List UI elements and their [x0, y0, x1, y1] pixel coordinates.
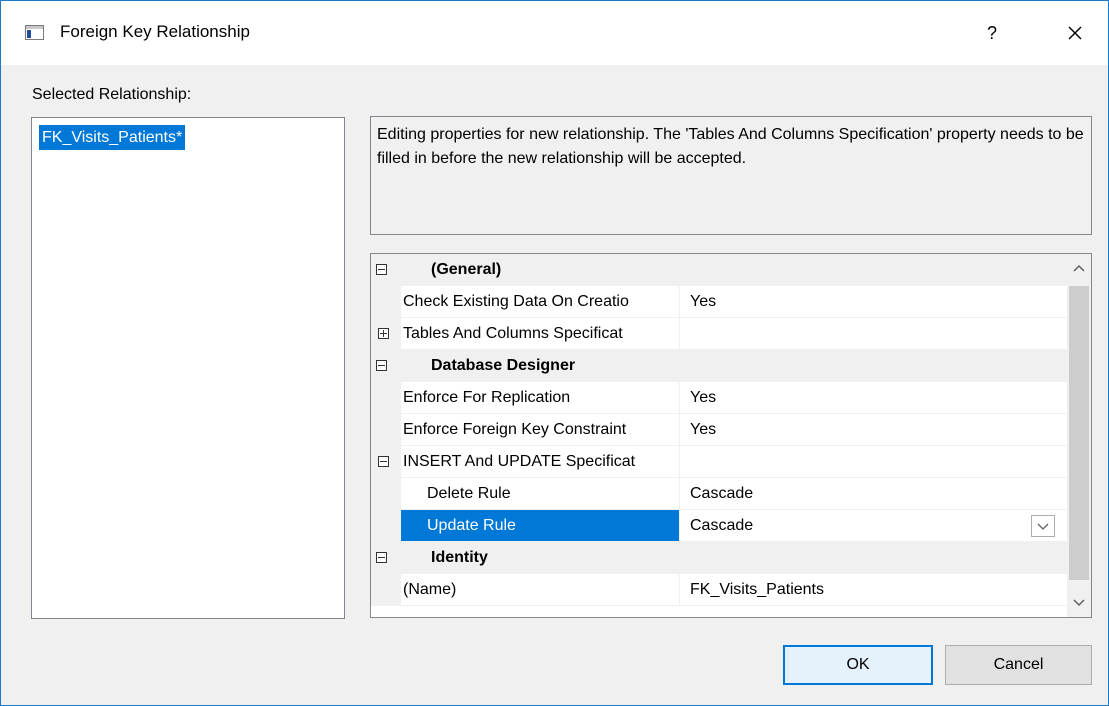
property-name: Enforce For Replication [403, 389, 571, 406]
collapse-icon[interactable] [376, 552, 387, 563]
property-value-cell[interactable]: Cascade [680, 478, 1067, 510]
relationship-list[interactable]: FK_Visits_Patients* [31, 117, 345, 619]
property-row-enforce-foreign-key-constraint[interactable]: Enforce Foreign Key Constraint Yes [371, 414, 1067, 446]
property-name-cell[interactable]: INSERT And UPDATE Specificat [371, 446, 679, 478]
close-icon [1068, 26, 1082, 40]
property-value: Yes [690, 421, 717, 438]
property-value: Cascade [690, 517, 754, 534]
property-value-cell[interactable]: FK_Visits_Patients [680, 574, 1067, 606]
property-name-cell[interactable]: Tables And Columns Specificat [371, 318, 679, 350]
property-value-cell[interactable]: Yes [680, 286, 1067, 318]
property-name-cell[interactable]: Enforce Foreign Key Constraint [401, 414, 679, 446]
close-button[interactable] [1049, 13, 1101, 53]
property-name: Delete Rule [427, 485, 511, 502]
window-title: Foreign Key Relationship [60, 22, 250, 41]
property-value-cell[interactable]: Yes [680, 382, 1067, 414]
property-value-cell[interactable]: Cascade [680, 510, 1067, 542]
collapse-icon[interactable] [376, 360, 387, 371]
property-value: Cascade [690, 485, 754, 502]
property-name-cell[interactable]: Database Designer [401, 350, 1067, 382]
title-bar[interactable]: Foreign Key Relationship ? [1, 1, 1108, 65]
collapse-icon[interactable] [376, 264, 387, 275]
property-name: INSERT And UPDATE Specificat [403, 453, 636, 470]
property-value: Yes [690, 389, 717, 406]
property-grid[interactable]: (General) Check Existing Data On Creatio Y… [370, 253, 1092, 618]
property-name: Check Existing Data On Creatio [403, 293, 629, 310]
row-gutter [371, 574, 401, 606]
property-name-cell[interactable]: (General) [401, 254, 1067, 286]
property-value-cell[interactable] [680, 446, 1067, 478]
property-value: Yes [690, 293, 717, 310]
property-name-cell[interactable]: Update Rule [401, 510, 679, 542]
row-gutter [371, 414, 401, 446]
property-name: Update Rule [427, 517, 516, 534]
category-row-identity[interactable]: Identity [371, 542, 1067, 574]
dropdown-button[interactable] [1031, 515, 1055, 537]
category-row-database-designer[interactable]: Database Designer [371, 350, 1067, 382]
property-name: (General) [431, 261, 502, 278]
expand-icon[interactable] [378, 328, 389, 339]
property-name-cell[interactable]: Delete Rule [401, 478, 679, 510]
property-name: (Name) [403, 581, 457, 598]
property-row-name[interactable]: (Name) FK_Visits_Patients [371, 574, 1067, 606]
property-row-update-rule[interactable]: Update Rule Cascade [371, 510, 1067, 542]
scroll-down-arrow-icon[interactable] [1072, 598, 1086, 608]
property-name-cell[interactable]: Enforce For Replication [401, 382, 679, 414]
scrollbar-thumb[interactable] [1069, 286, 1089, 580]
description-box: Editing properties for new relationship.… [370, 116, 1092, 235]
property-value: FK_Visits_Patients [690, 581, 824, 598]
relationship-list-item[interactable]: FK_Visits_Patients* [39, 125, 186, 150]
property-name-cell[interactable]: (Name) [401, 574, 679, 606]
property-name: Identity [431, 549, 488, 566]
ok-button[interactable]: OK [783, 645, 933, 685]
property-name-cell[interactable]: Check Existing Data On Creatio [401, 286, 679, 318]
property-value-cell[interactable]: Yes [680, 414, 1067, 446]
help-button[interactable]: ? [967, 13, 1017, 53]
property-row-check-existing-data-on-creatio[interactable]: Check Existing Data On Creatio Yes [371, 286, 1067, 318]
property-row-insert-and-update-specificat[interactable]: INSERT And UPDATE Specificat [371, 446, 1067, 478]
vertical-scrollbar[interactable] [1067, 254, 1091, 617]
selected-relationship-label: Selected Relationship: [32, 86, 192, 103]
row-gutter [371, 286, 401, 318]
cancel-button[interactable]: Cancel [945, 645, 1092, 685]
scroll-up-arrow-icon[interactable] [1072, 263, 1086, 273]
property-name: Enforce Foreign Key Constraint [403, 421, 627, 438]
row-gutter [371, 510, 401, 542]
row-gutter [371, 478, 401, 510]
property-row-tables-and-columns-specificat[interactable]: Tables And Columns Specificat [371, 318, 1067, 350]
chevron-down-icon [1037, 523, 1049, 530]
property-row-delete-rule[interactable]: Delete Rule Cascade [371, 478, 1067, 510]
collapse-icon[interactable] [378, 456, 389, 467]
category-row-general[interactable]: (General) [371, 254, 1067, 286]
property-name: Tables And Columns Specificat [403, 325, 623, 342]
property-name: Database Designer [431, 357, 576, 374]
property-row-enforce-for-replication[interactable]: Enforce For Replication Yes [371, 382, 1067, 414]
property-name-cell[interactable]: Identity [401, 542, 1067, 574]
row-gutter [371, 382, 401, 414]
description-text: Editing properties for new relationship.… [377, 126, 1084, 167]
property-value-cell[interactable] [680, 318, 1067, 350]
foreign-key-relationship-dialog: Foreign Key Relationship ? Selected Rela… [0, 0, 1109, 706]
dialog-window-icon [25, 25, 44, 40]
